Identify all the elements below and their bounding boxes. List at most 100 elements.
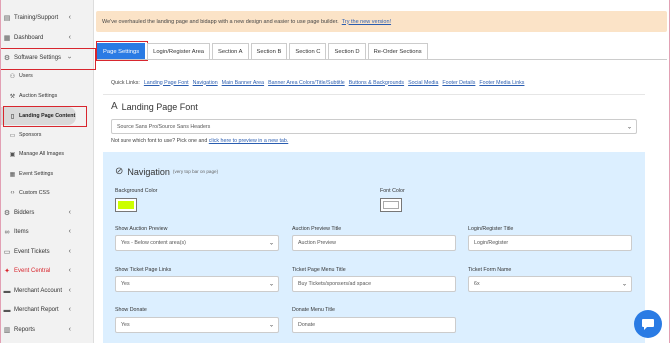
ticket-icon: ▭ [3,249,11,256]
tab-page-settings[interactable]: Page Settings [97,43,146,59]
chevron-right-icon: ‹ [68,14,71,21]
section-subtitle: (very top bar on page) [172,169,219,174]
input-value: Login/Register [474,240,509,246]
sidebar-item-label: Bidders [14,210,35,216]
compass-icon: ⊘ [115,166,124,177]
sidebar-item-label: Event Settings [19,171,54,177]
font-color-label: Font Color [380,188,405,194]
document-icon: ▭ [9,132,16,139]
tab-label: Section C [295,48,321,55]
quick-link-footer-details[interactable]: Footer Details [442,80,475,86]
quick-link-buttons-backgrounds[interactable]: Buttons & Backgrounds [349,80,404,86]
tab-login-register[interactable]: Login/Register Area [147,43,211,59]
chevron-right-icon: ‹ [68,209,71,216]
tab-label: Section A [218,48,243,55]
login-register-title-input[interactable]: Login/Register [468,235,632,251]
section-title-text: Landing Page Font [121,101,198,112]
login-register-title-label: Login/Register Title [468,226,514,232]
sidebar-item-items[interactable]: ∞ Items ‹ [0,223,94,241]
sidebar-item-merchant-account[interactable]: ▬ Merchant Account ‹ [0,282,94,300]
quick-link-navigation[interactable]: Navigation [193,80,218,86]
show-ticket-links-select[interactable]: Yes ⌄ [115,276,279,292]
font-preview-link[interactable]: click here to preview in a new tab. [209,138,289,144]
font-hint-text: Not sure which font to use? Pick one and [111,138,208,144]
chevron-down-icon: ⌄ [268,281,274,288]
sidebar-item-label: Training/Support [14,15,59,21]
highlight-software-settings [0,48,96,70]
chevron-right-icon: ‹ [68,326,71,333]
auction-preview-title-input[interactable]: Auction Preview [292,235,456,251]
tab-section-a[interactable]: Section A [212,43,249,59]
sidebar-item-label: Reports [14,327,36,333]
ticket-form-name-select[interactable]: 6x ⌄ [468,276,632,292]
select-value: 6x [474,281,480,287]
sidebar-item-event-settings[interactable]: ▦ Event Settings [0,165,94,183]
sidebar-item-manage-images[interactable]: ▣ Manage All Images [0,145,94,163]
sidebar-item-dashboard[interactable]: ▦ Dashboard ‹ [0,29,94,47]
bg-color-picker[interactable] [115,198,137,212]
font-select-value: Source Sans Pro/Source Sans Headers [117,123,211,130]
chevron-right-icon: ‹ [68,228,71,235]
tab-section-b[interactable]: Section B [250,43,288,59]
chevron-down-icon: ⌄ [268,240,274,247]
tab-reorder-sections[interactable]: Re-Order Sections [367,43,428,59]
sidebar-item-label: Items [14,229,29,235]
tab-label: Page Settings [103,48,140,55]
auction-preview-title-label: Auction Preview Title [292,226,342,232]
main-content: Quick Links: Landing Page Font Navigatio… [103,71,645,343]
font-color-swatch [383,201,399,209]
ticket-menu-title-label: Ticket Page Menu Title [292,267,346,273]
tab-section-d[interactable]: Section D [328,43,366,59]
sidebar-item-sponsors[interactable]: ▭ Sponsors [0,126,94,144]
card-icon: ▬ [3,306,11,314]
quick-links-bar: Quick Links: Landing Page Font Navigatio… [103,71,645,95]
quick-link-landing-page-font[interactable]: Landing Page Font [144,80,189,86]
sidebar-item-label: Sponsors [19,132,42,138]
bg-color-swatch [118,201,134,209]
font-select[interactable]: Source Sans Pro/Source Sans Headers ⌄ [111,119,637,134]
sidebar-item-event-central[interactable]: ✦ Event Central ‹ [0,262,94,280]
quick-links-label: Quick Links: [111,79,140,86]
input-value: Buy Tickets/sponsers/ad space [298,281,372,287]
sidebar-item-label: Custom CSS [19,190,50,196]
show-donate-select[interactable]: Yes ⌄ [115,317,279,333]
sidebar-item-label: Merchant Report [14,307,59,313]
input-value: Auction Preview [298,240,336,246]
link-icon: ∞ [4,228,10,236]
banner-link[interactable]: Try the new version! [342,19,391,25]
tab-label: Login/Register Area [153,48,205,55]
donate-menu-title-label: Donate Menu Title [292,307,335,313]
donate-menu-title-input[interactable]: Donate [292,317,456,333]
card-icon: ▬ [3,287,11,295]
sidebar-item-reports[interactable]: ▥ Reports ‹ [0,321,94,339]
sidebar-item-bidders[interactable]: ⚙ Bidders ‹ [0,204,94,222]
sidebar-item-custom-css[interactable]: ‹› Custom CSS [0,184,94,202]
sidebar-item-label: Auction Settings [19,93,58,99]
tab-section-c[interactable]: Section C [289,43,327,59]
quick-link-main-banner[interactable]: Main Banner Area [222,80,264,86]
show-auction-preview-select[interactable]: Yes - Below content area(s) ⌄ [115,235,279,251]
tab-label: Section D [334,48,360,55]
sidebar-item-label: Manage All Images [19,151,65,157]
quick-link-footer-media[interactable]: Footer Media Links [479,80,524,86]
font-section-title: A Landing Page Font [111,101,198,112]
chevron-right-icon: ‹ [68,248,71,255]
font-color-picker[interactable] [380,198,402,212]
sidebar-item-event-tickets[interactable]: ▭ Event Tickets ‹ [0,243,94,261]
section-title-text: Navigation [127,166,170,177]
sidebar-item-merchant-report[interactable]: ▬ Merchant Report ‹ [0,301,94,319]
ticket-form-name-label: Ticket Form Name [468,267,512,273]
banner-text: We've overhauled the landing page and bi… [102,18,339,25]
select-value: Yes [121,322,130,328]
sidebar-item-training[interactable]: ▤ Training/Support ‹ [0,9,94,27]
quick-link-banner-colors[interactable]: Banner Area Colors/Title/Subtitle [268,80,345,86]
chat-button[interactable] [634,310,662,338]
chevron-right-icon: ‹ [68,306,71,313]
quick-link-social-media[interactable]: Social Media [408,80,438,86]
tab-label: Re-Order Sections [373,48,422,55]
tab-divider [97,59,667,60]
dashboard-icon: ▦ [3,35,11,42]
show-ticket-links-label: Show Ticket Page Links [115,267,172,273]
ticket-menu-title-input[interactable]: Buy Tickets/sponsers/ad space [292,276,456,292]
sidebar-item-auction-settings[interactable]: ⚒ Auction Settings [0,87,94,105]
